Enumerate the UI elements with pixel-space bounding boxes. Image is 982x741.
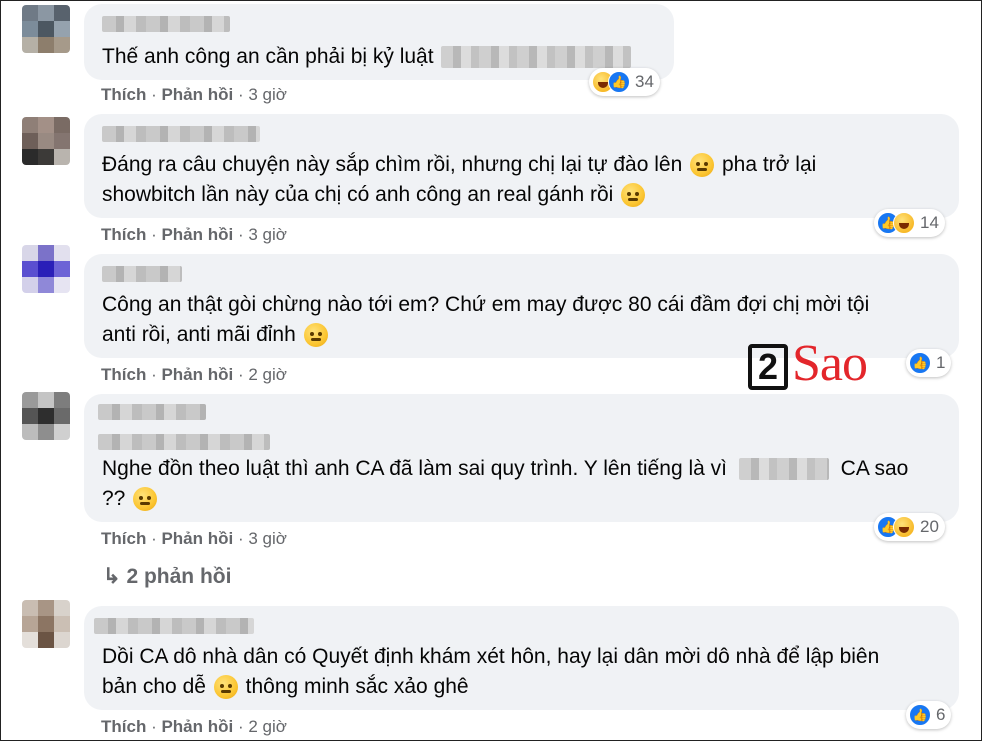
author-name-redacted[interactable]	[102, 126, 260, 142]
like-link[interactable]: Thích	[101, 225, 146, 244]
comment-bubble: Thế anh công an cần phải bị kỷ luật	[84, 4, 674, 80]
avatar[interactable]	[22, 245, 70, 293]
avatar[interactable]	[22, 117, 70, 165]
comment-actions: Thích · Phản hồi · 3 giờ	[101, 225, 287, 244]
haha-icon	[893, 516, 915, 538]
comment-text-line: Nghe đồn theo luật thì anh CA đã làm sai…	[102, 457, 727, 480]
watermark-logo: 2 Sao	[748, 335, 890, 400]
comment-actions: Thích · Phản hồi · 2 giờ	[101, 717, 287, 736]
reaction-summary[interactable]: 👍 6	[906, 701, 952, 729]
author-name-redacted[interactable]	[94, 618, 254, 634]
logo-word: Sao	[792, 335, 868, 392]
reaction-count: 1	[936, 353, 946, 372]
comment-text-line: thông minh sắc xảo ghê	[245, 675, 469, 698]
neutral-face-emoji	[621, 183, 646, 208]
comment-text-line: Đáng ra câu chuyện này sắp chìm rồi, như…	[102, 153, 683, 176]
reaction-count: 14	[920, 213, 939, 232]
comment-actions: Thích · Phản hồi · 2 giờ	[101, 365, 287, 384]
logo-digit: 2	[748, 344, 788, 390]
author-name-redacted[interactable]	[102, 266, 182, 282]
winking-face-emoji	[213, 675, 238, 700]
author-badge-redacted	[98, 434, 270, 450]
comment-text-line: bản cho dễ	[102, 675, 206, 698]
author-name-redacted[interactable]	[102, 16, 230, 32]
rolling-eyes-emoji	[690, 153, 715, 178]
avatar[interactable]	[22, 392, 70, 440]
reaction-summary[interactable]: 👍 20	[874, 513, 945, 541]
reply-link[interactable]: Phản hồi	[161, 529, 233, 548]
avatar[interactable]	[22, 600, 70, 648]
comment-text: showbitch lần này của chị có anh công an…	[102, 180, 647, 210]
comment-text: anti rồi, anti mãi đỉnh	[102, 320, 330, 350]
author-name-redacted[interactable]	[98, 404, 206, 420]
like-icon: 👍	[909, 352, 931, 374]
timestamp[interactable]: 3 giờ	[248, 85, 287, 104]
replies-label: 2 phản hồi	[126, 565, 232, 588]
view-replies-link[interactable]: ↳ 2 phản hồi	[103, 564, 231, 589]
reply-link[interactable]: Phản hồi	[161, 717, 233, 736]
comment-text: Dồi CA dô nhà dân có Quyết định khám xét…	[102, 642, 879, 672]
comment-text: bản cho dễ thông minh sắc xảo ghê	[102, 672, 469, 702]
reaction-count: 20	[920, 517, 939, 536]
comment-actions: Thích · Phản hồi · 3 giờ	[101, 529, 287, 548]
comment-text-line: Dồi CA dô nhà dân có Quyết định khám xét…	[102, 645, 880, 668]
thinking-face-emoji	[133, 487, 158, 512]
like-link[interactable]: Thích	[101, 365, 146, 384]
like-icon: 👍	[608, 71, 630, 93]
comment-text-line: showbitch lần này của chị có anh công an…	[102, 183, 614, 206]
like-icon: 👍	[909, 704, 931, 726]
comment-bubble: Đáng ra câu chuyện này sắp chìm rồi, như…	[84, 114, 959, 218]
reply-link[interactable]: Phản hồi	[161, 225, 233, 244]
reaction-count: 34	[635, 72, 654, 91]
smiling-face-emoji	[303, 323, 328, 348]
redacted-text	[738, 458, 829, 481]
comment-text: Công an thật gòi chừng nào tới em? Chứ e…	[102, 290, 869, 320]
comment-text-line: Thế anh công an cần phải bị kỷ luật	[102, 45, 434, 68]
reaction-count: 6	[936, 705, 946, 724]
comment-text-line: pha trở lại	[721, 153, 817, 176]
comment-bubble: Dồi CA dô nhà dân có Quyết định khám xét…	[84, 606, 959, 710]
timestamp[interactable]: 3 giờ	[248, 529, 287, 548]
comment-text: Nghe đồn theo luật thì anh CA đã làm sai…	[102, 454, 908, 484]
comment-text-line: ??	[102, 487, 126, 510]
comment-text-line: Công an thật gòi chừng nào tới em? Chứ e…	[102, 293, 870, 316]
comment-actions: Thích · Phản hồi · 3 giờ	[101, 85, 287, 104]
comment-text: Đáng ra câu chuyện này sắp chìm rồi, như…	[102, 150, 816, 180]
timestamp[interactable]: 3 giờ	[248, 225, 287, 244]
like-link[interactable]: Thích	[101, 529, 146, 548]
like-link[interactable]: Thích	[101, 717, 146, 736]
reply-link[interactable]: Phản hồi	[161, 85, 233, 104]
like-link[interactable]: Thích	[101, 85, 146, 104]
reply-arrow-icon: ↳	[103, 565, 121, 588]
comment-text-line: CA sao	[840, 457, 909, 480]
reaction-summary[interactable]: 👍 1	[906, 349, 952, 377]
reaction-summary[interactable]: 👍 14	[874, 209, 945, 237]
comment-text: Thế anh công an cần phải bị kỷ luật	[102, 42, 632, 72]
comment-bubble: Nghe đồn theo luật thì anh CA đã làm sai…	[84, 394, 959, 522]
comment-text: ??	[102, 484, 159, 514]
avatar[interactable]	[22, 5, 70, 53]
reply-link[interactable]: Phản hồi	[161, 365, 233, 384]
redacted-text	[441, 46, 632, 69]
timestamp[interactable]: 2 giờ	[248, 365, 287, 384]
haha-icon	[893, 212, 915, 234]
timestamp[interactable]: 2 giờ	[248, 717, 287, 736]
comment-text-line: anti rồi, anti mãi đỉnh	[102, 323, 296, 346]
reaction-summary[interactable]: 👍 34	[589, 68, 660, 96]
